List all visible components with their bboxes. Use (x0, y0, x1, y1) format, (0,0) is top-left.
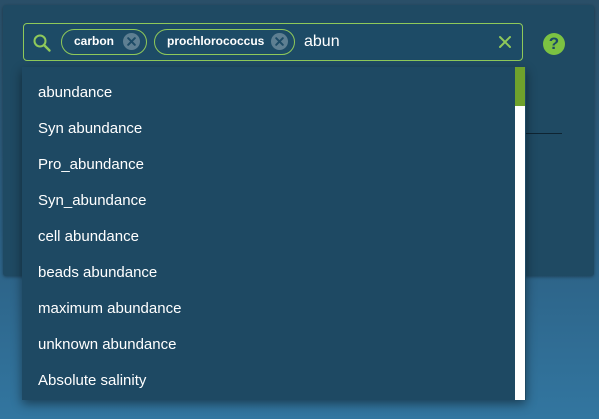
close-icon[interactable] (123, 33, 140, 50)
chip-label: prochlorococcus (167, 34, 265, 48)
suggestion-item[interactable]: cell abundance (22, 219, 512, 255)
suggestion-item[interactable]: beads abundance (22, 255, 512, 291)
suggestion-item[interactable]: Syn abundance (22, 111, 512, 147)
help-icon[interactable]: ? (543, 33, 565, 55)
search-box[interactable]: carbon prochlorococcus (23, 23, 523, 61)
close-icon[interactable] (271, 33, 288, 50)
search-input[interactable] (304, 31, 484, 53)
filter-chip-carbon: carbon (61, 29, 147, 55)
suggestion-item[interactable]: unknown abundance (22, 327, 512, 363)
divider (522, 133, 562, 134)
dropdown-scrollbar[interactable] (515, 67, 525, 400)
suggestion-item[interactable]: Syn_abundance (22, 183, 512, 219)
suggestion-item[interactable]: abundance (22, 75, 512, 111)
search-icon (32, 33, 52, 53)
suggestion-dropdown: abundance Syn abundance Pro_abundance Sy… (22, 67, 526, 400)
suggestion-list: abundance Syn abundance Pro_abundance Sy… (22, 75, 512, 399)
clear-search-icon[interactable] (497, 34, 513, 50)
chip-label: carbon (74, 34, 115, 48)
suggestion-item[interactable]: Absolute salinity (22, 363, 512, 399)
suggestion-item[interactable]: maximum abundance (22, 291, 512, 327)
suggestion-item[interactable]: Pro_abundance (22, 147, 512, 183)
scrollbar-thumb[interactable] (515, 67, 525, 106)
filter-chip-prochlorococcus: prochlorococcus (154, 29, 295, 55)
